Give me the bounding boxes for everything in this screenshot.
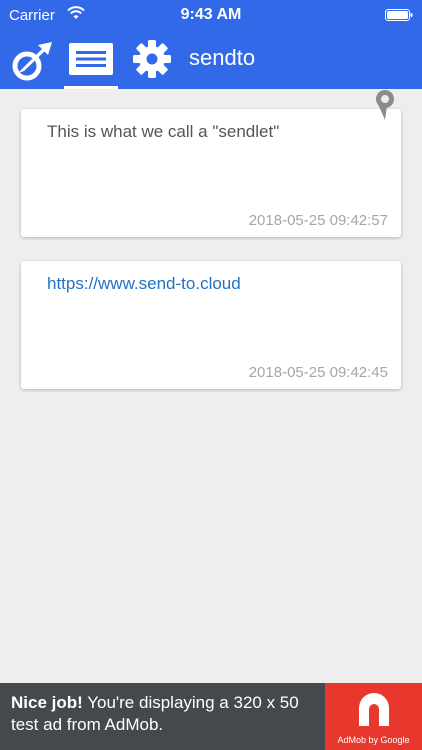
pin-icon[interactable] xyxy=(373,88,397,122)
status-bar: Carrier 9:43 AM xyxy=(0,0,422,30)
ad-message: Nice job! You're displaying a 320 x 50 t… xyxy=(11,692,321,736)
ad-headline: Nice job! xyxy=(11,693,83,712)
admob-logo: AdMob by Google xyxy=(325,683,422,750)
app-bar: sendto xyxy=(0,30,422,89)
gear-icon[interactable] xyxy=(132,39,172,79)
sendlet-text: This is what we call a "sendlet" xyxy=(47,122,280,141)
ad-banner[interactable]: Nice job! You're displaying a 320 x 50 t… xyxy=(0,683,422,750)
selected-tab-indicator xyxy=(64,86,118,89)
top-bar: Carrier 9:43 AM sendto xyxy=(0,0,422,89)
clock: 9:43 AM xyxy=(180,6,242,23)
list-icon xyxy=(69,43,113,75)
sendlet-link[interactable]: https://www.send-to.cloud xyxy=(47,274,241,294)
sendto-logo-icon[interactable] xyxy=(10,41,54,81)
sendlet-card[interactable]: https://www.send-to.cloud 2018-05-25 09:… xyxy=(21,261,401,389)
tab-sendlets[interactable] xyxy=(64,39,118,89)
battery-icon xyxy=(385,9,413,21)
sendlet-card[interactable]: This is what we call a "sendlet" 2018-05… xyxy=(21,109,401,237)
sendlet-timestamp: 2018-05-25 09:42:57 xyxy=(248,212,388,229)
admob-byline: AdMob by Google xyxy=(337,735,410,745)
app-title: sendto xyxy=(189,45,256,70)
sendlet-timestamp: 2018-05-25 09:42:45 xyxy=(248,364,388,381)
admob-icon xyxy=(359,693,389,726)
